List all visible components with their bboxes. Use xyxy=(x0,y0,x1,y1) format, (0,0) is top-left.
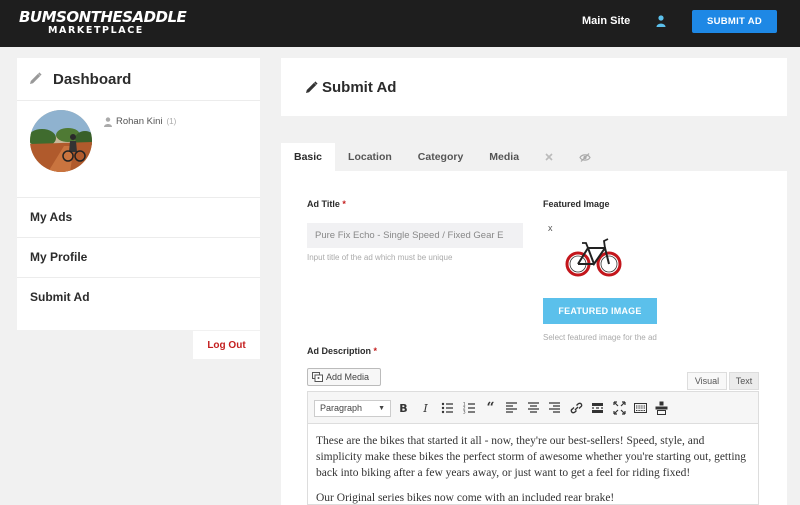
page-title: Submit Ad xyxy=(322,79,397,96)
italic-icon[interactable]: I xyxy=(419,401,432,415)
fullscreen-icon[interactable] xyxy=(613,401,626,415)
submit-ad-form: Ad Title * Pure Fix Echo - Single Speed … xyxy=(281,171,787,505)
top-bar: BUMSONTHESADDLE MARKETPLACE Main Site SU… xyxy=(0,0,800,47)
ad-description-label: Ad Description * xyxy=(307,346,378,356)
svg-text:3: 3 xyxy=(463,410,466,415)
form-tabs: Basic Location Category Media xyxy=(281,143,604,171)
eye-slash-icon xyxy=(579,152,591,162)
featured-image-label: Featured Image xyxy=(543,199,610,209)
align-right-icon[interactable] xyxy=(548,401,561,415)
dashboard-title: Dashboard xyxy=(53,71,132,88)
add-media-button[interactable]: Add Media xyxy=(307,368,381,386)
ad-description-editor[interactable]: These are the bikes that started it all … xyxy=(307,424,759,505)
tab-media[interactable]: Media xyxy=(476,143,532,171)
bullet-list-icon[interactable] xyxy=(441,401,454,415)
close-icon xyxy=(545,153,553,161)
align-left-icon[interactable] xyxy=(505,401,518,415)
sidebar-item-submit-ad[interactable]: Submit Ad xyxy=(17,277,260,317)
ad-title-hint: Input title of the ad which must be uniq… xyxy=(307,253,453,262)
sidebar-header: Dashboard xyxy=(17,58,260,101)
add-media-label: Add Media xyxy=(326,372,370,382)
pencil-icon xyxy=(30,72,42,84)
text-tab[interactable]: Text xyxy=(729,372,759,390)
main-site-link[interactable]: Main Site xyxy=(582,15,630,27)
sidebar-item-my-ads[interactable]: My Ads xyxy=(17,197,260,237)
toolbar-toggle-icon[interactable] xyxy=(655,401,668,415)
editor-paragraph: Our Original series bikes now come with … xyxy=(316,492,615,504)
sidebar-item-my-profile[interactable]: My Profile xyxy=(17,237,260,277)
paragraph-format-select[interactable]: Paragraph ▼ xyxy=(314,400,391,417)
site-logo[interactable]: BUMSONTHESADDLE MARKETPLACE xyxy=(19,8,187,36)
chevron-down-icon: ▼ xyxy=(378,405,385,412)
featured-image-hint: Select featured image for the ad xyxy=(543,333,657,342)
sidebar: Dashboard Rohan Kini (1) My Ads My Profi… xyxy=(17,58,260,330)
align-center-icon[interactable] xyxy=(527,401,540,415)
numbered-list-icon[interactable]: 1 2 3 xyxy=(463,401,476,415)
paragraph-format-value: Paragraph xyxy=(320,403,363,413)
logo-line1: BUMSONTHESADDLE xyxy=(19,8,187,26)
tab-preview[interactable] xyxy=(566,143,604,171)
ad-title-input[interactable]: Pure Fix Echo - Single Speed / Fixed Gea… xyxy=(307,223,523,248)
featured-image-preview xyxy=(565,238,622,277)
pencil-icon xyxy=(306,81,318,93)
logo-line2: MARKETPLACE xyxy=(48,25,144,36)
blockquote-icon[interactable]: “ xyxy=(484,400,497,416)
tab-basic[interactable]: Basic xyxy=(281,143,336,171)
bold-icon[interactable]: B xyxy=(397,401,410,415)
keyboard-icon[interactable] xyxy=(634,401,647,415)
link-icon[interactable] xyxy=(570,401,583,415)
remove-image-button[interactable]: x xyxy=(548,223,553,233)
submit-ad-button[interactable]: SUBMIT AD xyxy=(692,10,777,33)
featured-image-button[interactable]: FEATURED IMAGE xyxy=(543,298,657,324)
tab-location[interactable]: Location xyxy=(335,143,405,171)
profile-ad-count: (1) xyxy=(166,117,177,126)
person-icon xyxy=(104,116,112,127)
media-icon xyxy=(312,372,323,382)
editor-paragraph: These are the bikes that started it all … xyxy=(316,435,747,479)
user-icon[interactable] xyxy=(656,15,666,27)
editor-toolbar: Paragraph ▼ B I 1 2 3 “ xyxy=(307,391,759,424)
visual-tab[interactable]: Visual xyxy=(687,372,727,390)
main-header: Submit Ad xyxy=(281,58,787,116)
profile-name[interactable]: Rohan Kini (1) xyxy=(104,116,176,127)
tab-close[interactable] xyxy=(532,143,566,171)
avatar xyxy=(30,110,92,172)
tab-category[interactable]: Category xyxy=(405,143,477,171)
ad-title-label: Ad Title * xyxy=(307,199,346,209)
logout-button[interactable]: Log Out xyxy=(193,331,260,359)
read-more-icon[interactable] xyxy=(591,401,604,415)
profile-name-text: Rohan Kini xyxy=(116,116,163,127)
